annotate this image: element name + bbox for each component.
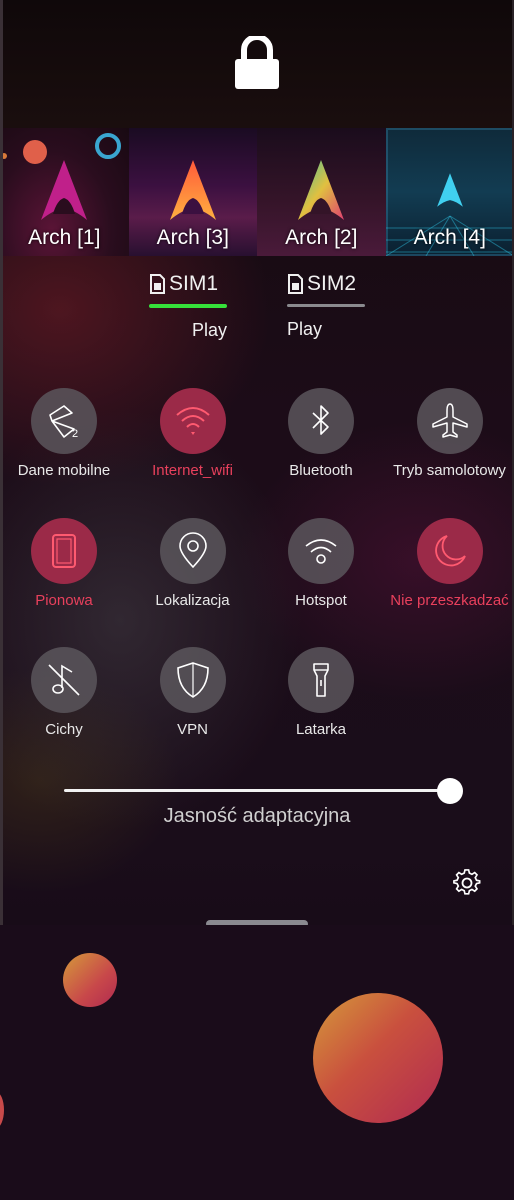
arch-logo-icon <box>41 160 87 220</box>
toggle-label: Internet_wifi <box>152 462 233 479</box>
toggle-silent[interactable]: Cichy <box>0 647 128 738</box>
toggle-flashlight[interactable]: Latarka <box>257 647 385 738</box>
brightness-slider-thumb[interactable] <box>437 778 463 804</box>
sim1-selected-indicator <box>149 304 227 308</box>
sim2-name: SIM2 <box>307 272 357 295</box>
lock-icon[interactable] <box>234 36 280 90</box>
location-pin-icon <box>178 532 207 569</box>
toggle-button[interactable] <box>288 388 354 454</box>
toggle-button[interactable] <box>159 518 226 584</box>
portrait-orientation-icon <box>52 534 76 568</box>
lock-header <box>0 0 514 128</box>
panel-left-edge <box>0 0 3 925</box>
toggle-button[interactable] <box>288 647 354 713</box>
muted-note-icon <box>48 664 80 696</box>
sim2-operator: Play <box>287 319 323 339</box>
bluetooth-icon <box>312 405 329 435</box>
sim1-tab[interactable]: SIM1 Play <box>149 268 227 341</box>
toggle-button[interactable] <box>416 518 483 584</box>
toggle-button[interactable]: 2 <box>31 388 97 454</box>
toggle-label: Cichy <box>45 721 83 738</box>
toggle-button[interactable] <box>31 518 97 584</box>
toggle-orientation[interactable]: Pionowa <box>0 518 128 609</box>
arch-logo-icon <box>298 160 344 220</box>
mobile-data-icon: 2 <box>49 405 78 440</box>
ambience-arch-4[interactable]: Arch [4] <box>385 128 514 256</box>
ambience-arch-1[interactable]: Arch [1] <box>0 128 129 256</box>
decor-orb <box>313 993 443 1123</box>
toggle-label: Nie przeszkadzać <box>390 592 509 609</box>
toggle-label: Lokalizacja <box>155 592 230 609</box>
decor-orb <box>63 953 117 1007</box>
moon-icon <box>434 535 466 567</box>
arch-logo-icon <box>436 173 463 207</box>
toggle-label: Latarka <box>295 721 347 738</box>
airplane-icon <box>431 403 468 438</box>
shield-icon <box>176 662 209 698</box>
toggle-label: VPN <box>177 721 208 738</box>
ambience-label: Arch [2] <box>285 226 358 249</box>
toggle-do-not-disturb[interactable]: Nie przeszkadzać <box>386 518 514 609</box>
toggle-button[interactable] <box>416 388 483 454</box>
brightness-slider-track[interactable] <box>64 789 450 792</box>
toggle-label: Pionowa <box>35 592 93 609</box>
toggle-button[interactable] <box>159 388 226 454</box>
sim1-operator: Play <box>192 320 228 340</box>
toggle-button[interactable] <box>288 518 354 584</box>
wifi-icon <box>175 407 210 435</box>
ambience-label: Arch [3] <box>156 226 229 249</box>
toggle-mobile-data[interactable]: 2 Dane mobilne <box>0 388 128 479</box>
toggle-button[interactable] <box>159 647 226 713</box>
sim2-tab[interactable]: SIM2 Play <box>287 268 365 340</box>
ambience-row: Arch [1] Arch [3] Arch [2] Arch [4] <box>0 128 514 256</box>
toggle-label: Tryb samolotowy <box>393 462 506 479</box>
toggle-location[interactable]: Lokalizacja <box>129 518 257 609</box>
toggle-hotspot[interactable]: Hotspot <box>257 518 385 609</box>
sim-card-icon <box>288 274 303 294</box>
brightness-label: Jasność adaptacyjna <box>163 805 351 827</box>
ambience-label: Arch [1] <box>28 226 101 249</box>
sim1-name: SIM1 <box>169 272 219 295</box>
toggle-label: Bluetooth <box>289 462 353 479</box>
arch-logo-icon <box>169 160 216 220</box>
toggle-button[interactable] <box>31 647 97 713</box>
toggle-internet-wifi[interactable]: Internet_wifi <box>129 388 257 479</box>
toggle-label: Hotspot <box>295 592 347 609</box>
sim-card-icon <box>150 274 165 294</box>
ambience-arch-2[interactable]: Arch [2] <box>257 128 386 256</box>
toggle-bluetooth[interactable]: Bluetooth <box>257 388 385 479</box>
toggle-label: Dane mobilne <box>17 462 111 479</box>
hotspot-icon <box>305 539 337 564</box>
ambience-label: Arch [4] <box>413 226 486 249</box>
ambience-arch-3[interactable]: Arch [3] <box>128 128 257 256</box>
sim2-indicator <box>287 304 365 307</box>
svg-text:2: 2 <box>72 428 78 440</box>
toggle-airplane[interactable]: Tryb samolotowy <box>386 388 514 479</box>
toggle-vpn[interactable]: VPN <box>129 647 257 738</box>
settings-gear-icon[interactable] <box>453 869 481 897</box>
flashlight-icon <box>313 663 329 697</box>
